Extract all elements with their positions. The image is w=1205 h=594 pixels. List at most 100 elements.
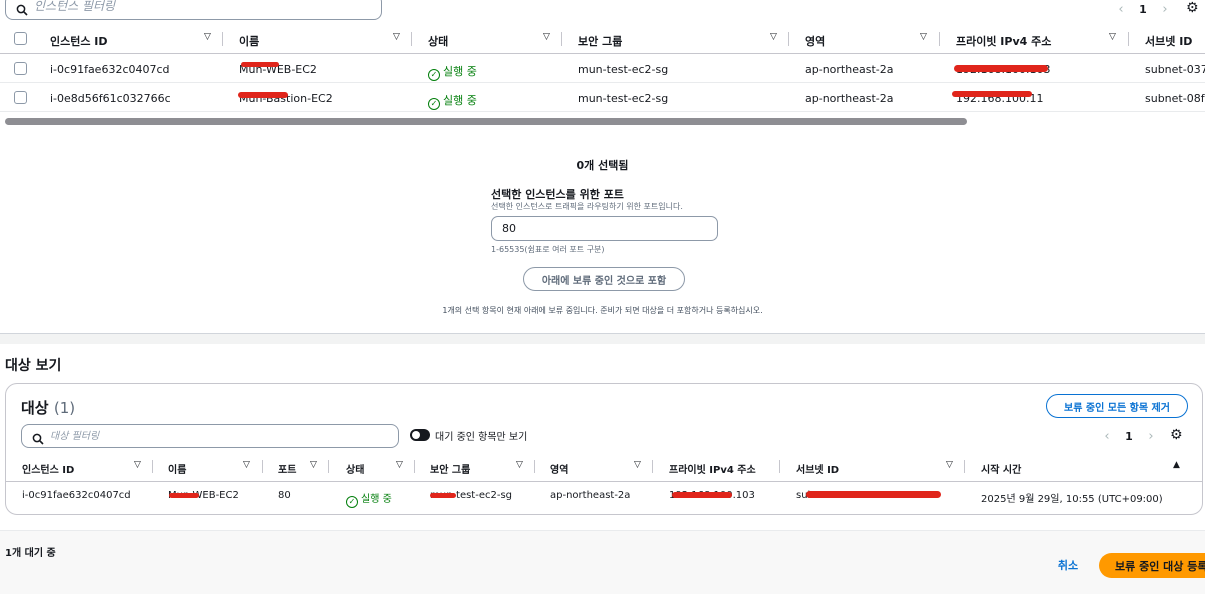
col-security-group[interactable]: 보안 그룹 [578,33,622,49]
column-divider[interactable] [939,32,940,46]
redaction-mark [672,492,732,498]
col-security-group[interactable]: 보안 그룹 [430,461,470,476]
subnet-id: subnet-037e [1145,63,1205,76]
remove-all-pending-button[interactable]: 보류 중인 모든 항목 제거 [1046,394,1188,418]
column-divider[interactable] [652,460,653,473]
sort-icon[interactable]: ▽ [310,460,317,470]
sort-icon[interactable]: ▽ [634,460,641,470]
targets-count: (1) [53,399,76,417]
col-zone[interactable]: 영역 [550,461,568,476]
instance-filter-input[interactable] [34,0,374,14]
port-input[interactable] [491,216,718,241]
table-row[interactable]: i-0c91fae632c0407cd Mun-WEB-EC2 ✓ 실행 중 mu… [0,54,1205,83]
port-description: 선택한 인스턴스로 트래픽을 라우팅하기 위한 포트입니다. [491,202,683,211]
column-divider[interactable] [414,460,415,473]
sort-icon[interactable]: ▽ [243,460,250,470]
instance-id: i-0e8d56f61c032766c [50,92,171,105]
check-circle-icon: ✓ [428,98,440,110]
search-icon [16,1,28,20]
targets-filter[interactable] [21,424,399,448]
next-page-icon[interactable]: › [1140,429,1162,444]
col-zone[interactable]: 영역 [805,33,825,49]
column-divider[interactable] [779,460,780,473]
port-hint: 1-65535(쉼표로 여러 포트 구분) [491,245,605,254]
sort-icon[interactable]: ▽ [516,460,523,470]
targets-card: 대상 (1) 보류 중인 모든 항목 제거 대기 중인 항목만 보기 ‹ 1 ›… [5,383,1203,515]
target-group-register-page: ‹ 1 › ⚙ 인스턴스 ID ▽ 이름 ▽ 상태 ▽ 보안 그룹 ▽ 영역 ▽… [0,0,1205,594]
sort-icon[interactable]: ▽ [134,460,141,470]
column-divider[interactable] [328,460,329,473]
check-circle-icon: ✓ [346,496,358,508]
sort-icon[interactable]: ▽ [393,32,400,42]
next-page-icon[interactable]: › [1154,2,1176,17]
register-pending-targets-button[interactable]: 보류 중인 대상 등록 [1099,553,1205,578]
page-number[interactable]: 1 [1132,3,1154,16]
col-private-ip[interactable]: 프라이빗 IPv4 주소 [956,33,1051,49]
col-launch-time[interactable]: 시작 시간 [981,461,1021,476]
col-name[interactable]: 이름 [168,461,186,476]
column-divider[interactable] [152,460,153,473]
col-instance-id[interactable]: 인스턴스 ID [50,33,108,49]
settings-gear-icon[interactable]: ⚙ [1186,0,1199,16]
sort-icon[interactable]: ▽ [204,32,211,42]
security-group: mun-test-ec2-sg [578,63,669,76]
row-checkbox[interactable] [14,62,27,75]
row-checkbox[interactable] [14,91,27,104]
sort-icon[interactable]: ▽ [1109,32,1116,42]
instances-table-header: 인스턴스 ID ▽ 이름 ▽ 상태 ▽ 보안 그룹 ▽ 영역 ▽ 프라이빗 IP… [0,24,1205,54]
sort-icon[interactable]: ▽ [920,32,927,42]
col-subnet-id[interactable]: 서브넷 ID [796,461,839,476]
table-row[interactable]: i-0c91fae632c0407cd Mun-WEB-EC2 80 ✓ 실행 중… [6,482,1202,510]
column-divider[interactable] [222,32,223,46]
col-state[interactable]: 상태 [346,461,364,476]
redaction-mark [954,65,1048,72]
column-divider[interactable] [262,460,263,473]
pending-count: 1개 대기 중 [5,548,56,559]
col-subnet-id[interactable]: 서브넷 ID [1145,33,1192,49]
col-private-ip[interactable]: 프라이빗 IPv4 주소 [669,461,756,476]
prev-page-icon[interactable]: ‹ [1096,429,1118,444]
select-all-checkbox[interactable] [14,32,27,45]
redaction-mark [806,491,941,498]
status-text: 실행 중 [443,94,477,107]
settings-gear-icon[interactable]: ⚙ [1170,427,1183,443]
col-state[interactable]: 상태 [428,33,448,49]
instance-filter[interactable] [5,0,382,20]
sort-icon[interactable]: ▽ [396,460,403,470]
sort-icon[interactable]: ▽ [946,460,953,470]
table-row[interactable]: i-0e8d56f61c032766c Mun-Bastion-EC2 ✓ 실행 … [0,83,1205,112]
sort-icon[interactable]: ▽ [543,32,550,42]
column-divider[interactable] [561,32,562,46]
status-running: ✓ 실행 중 [428,63,477,81]
sort-ascending-icon[interactable]: ▲ [1173,460,1180,470]
zone: ap-northeast-2a [805,63,894,76]
pending-note: 1개의 선택 항목이 현재 아래에 보류 중입니다. 준비가 되면 대상을 더 … [442,306,763,315]
column-divider[interactable] [1128,32,1129,46]
column-divider[interactable] [964,460,965,473]
check-circle-icon: ✓ [428,69,440,81]
column-divider[interactable] [534,460,535,473]
horizontal-scrollbar[interactable] [5,118,967,125]
security-group: mun-test-ec2-sg [578,92,669,105]
status-running: ✓ 실행 중 [428,92,477,110]
instance-id: i-0c91fae632c0407cd [22,490,131,501]
prev-page-icon[interactable]: ‹ [1110,2,1132,17]
col-port[interactable]: 포트 [278,461,296,476]
col-instance-id[interactable]: 인스턴스 ID [22,461,74,476]
cancel-button[interactable]: 취소 [1050,555,1086,575]
targets-title-text: 대상 [21,399,49,417]
col-name[interactable]: 이름 [239,33,259,49]
pending-only-toggle[interactable] [410,429,430,441]
targets-filter-input[interactable] [50,428,390,444]
redaction-mark [238,92,288,98]
status-running: ✓ 실행 중 [346,490,392,508]
targets-table-header: 인스턴스 ID ▽ 이름 ▽ 포트 ▽ 상태 ▽ 보안 그룹 ▽ 영역 ▽ 프라… [6,456,1202,482]
targets-pagination: ‹ 1 › [1096,427,1162,445]
column-divider[interactable] [788,32,789,46]
column-divider[interactable] [411,32,412,46]
footer-bar: 1개 대기 중 취소 보류 중인 대상 등록 [0,530,1205,594]
include-as-pending-button[interactable]: 아래에 보류 중인 것으로 포함 [523,267,685,291]
instance-id: i-0c91fae632c0407cd [50,63,170,76]
sort-icon[interactable]: ▽ [770,32,777,42]
page-number[interactable]: 1 [1118,430,1140,443]
